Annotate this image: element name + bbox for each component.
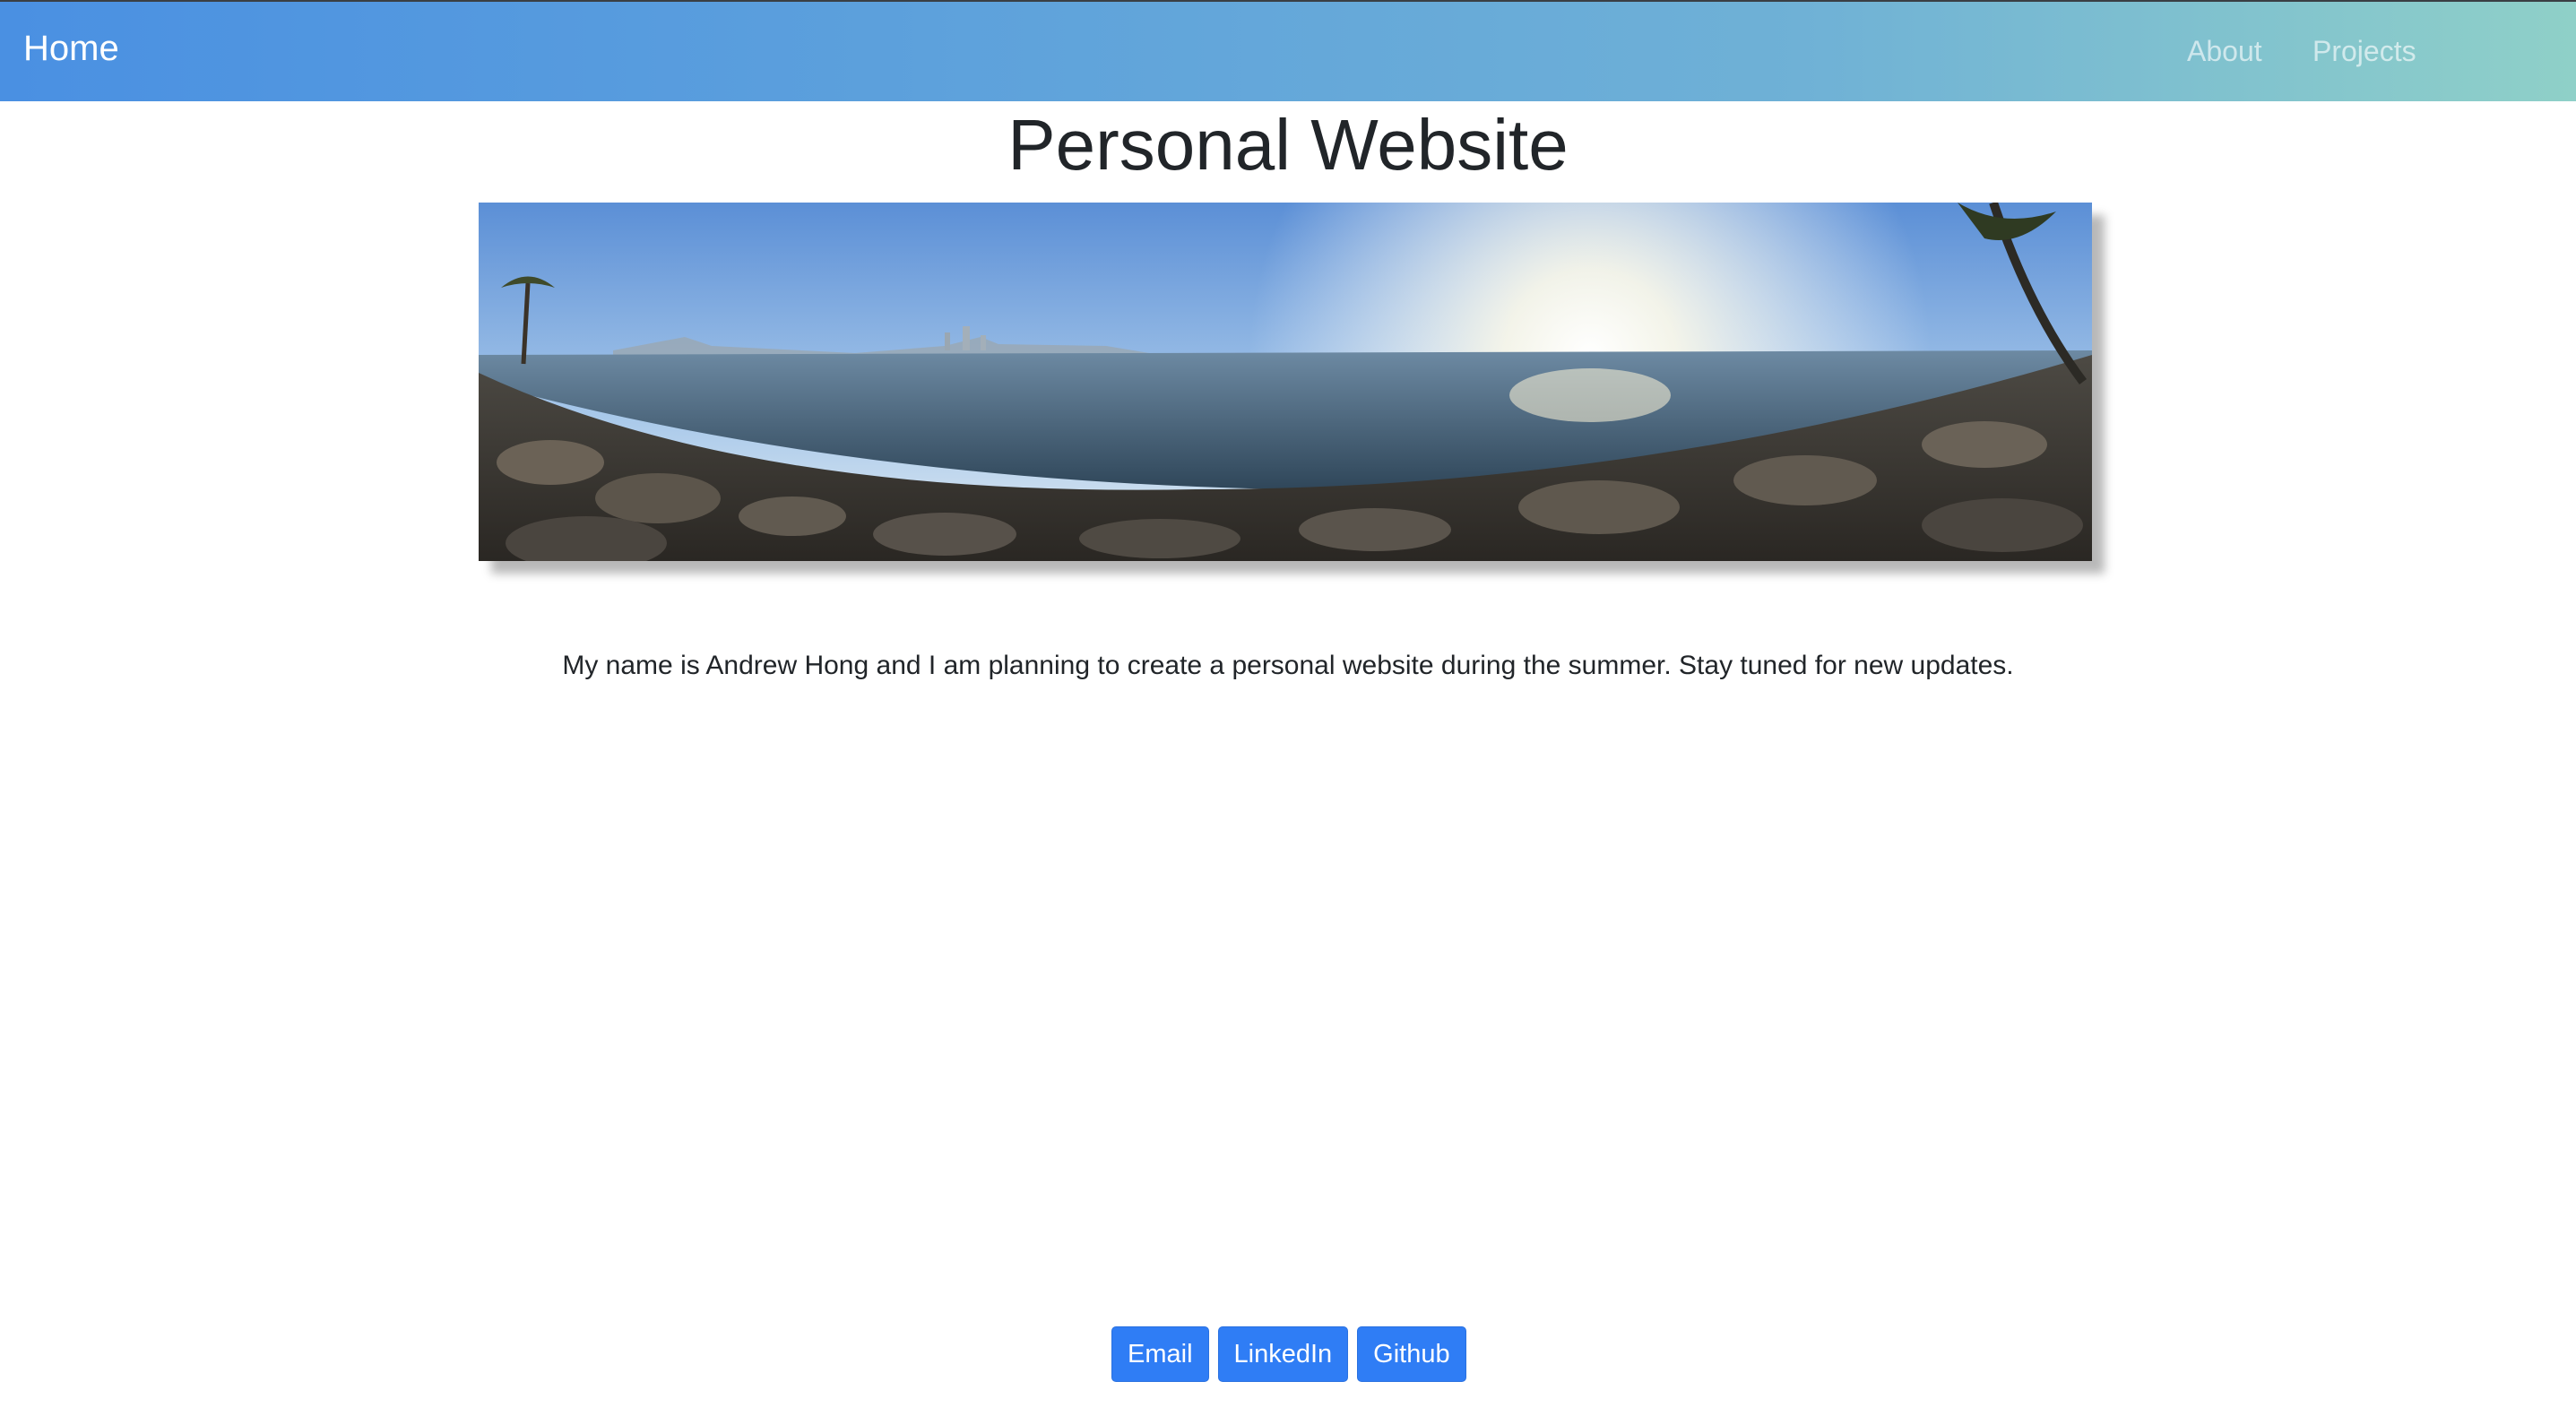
nav-home-link[interactable]: Home xyxy=(23,29,119,69)
nav-about-link[interactable]: About xyxy=(2187,35,2262,68)
hero-panorama-image xyxy=(479,203,2092,561)
page-title: Personal Website xyxy=(1007,105,1569,185)
github-button[interactable]: Github xyxy=(1357,1326,1466,1382)
nav-projects-link[interactable]: Projects xyxy=(2312,35,2416,68)
top-navbar: Home About Projects xyxy=(0,0,2576,101)
email-button[interactable]: Email xyxy=(1111,1326,1209,1382)
intro-text: My name is Andrew Hong and I am planning… xyxy=(562,651,2014,680)
contact-buttons: Email LinkedIn Github xyxy=(1111,1326,1466,1382)
panorama-photo-icon xyxy=(479,203,2092,561)
linkedin-button[interactable]: LinkedIn xyxy=(1217,1326,1349,1382)
